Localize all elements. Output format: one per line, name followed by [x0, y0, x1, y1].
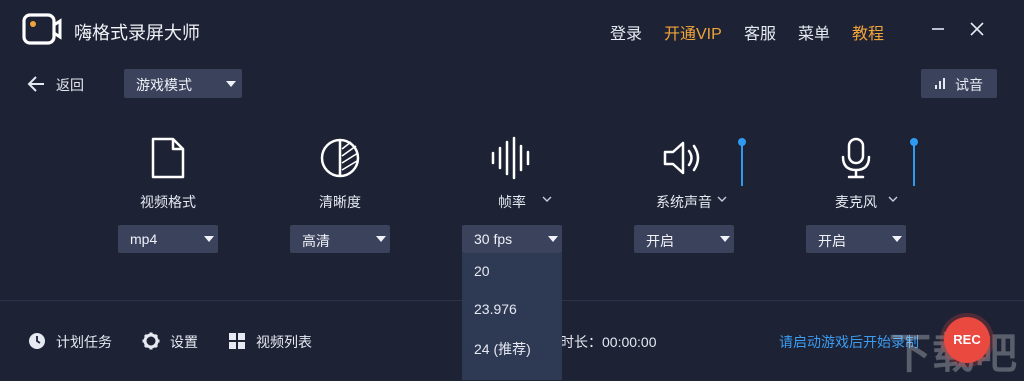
framerate-option[interactable]: 20 [474, 263, 490, 279]
waveform-icon [491, 136, 530, 180]
back-button[interactable]: 返回 [26, 72, 96, 96]
rec-button[interactable]: REC [944, 317, 990, 363]
framerate-option[interactable]: 24 (推荐) [474, 339, 531, 359]
chevron-down-icon[interactable] [716, 193, 728, 205]
caret-down-icon [204, 236, 214, 242]
audio-test-button[interactable]: 试音 [921, 69, 997, 98]
framerate-label: 帧率 [498, 194, 526, 210]
microphone-label: 麦克风 [835, 194, 877, 210]
framerate-value: 30 fps [474, 231, 513, 247]
caret-down-icon [226, 81, 236, 87]
mode-select-value: 游戏模式 [136, 77, 192, 93]
system-sound-value: 开启 [646, 233, 674, 249]
video-list-button[interactable]: 视频列表 [228, 330, 320, 352]
clarity-value: 高清 [302, 233, 330, 249]
speaker-icon [663, 141, 700, 175]
settings-label: 设置 [170, 334, 198, 350]
microphone-volume-slider[interactable] [913, 142, 915, 186]
system-sound-volume-handle[interactable] [738, 138, 746, 146]
audio-test-label: 试音 [955, 77, 983, 93]
contrast-icon [320, 138, 360, 178]
tutorial-link[interactable]: 教程 [852, 20, 884, 44]
minimize-icon[interactable] [927, 18, 949, 40]
app-title: 嗨格式录屏大师 [74, 23, 200, 43]
mode-select[interactable]: 游戏模式 [124, 69, 242, 98]
grid-icon [229, 333, 245, 349]
microphone-value: 开启 [818, 233, 846, 249]
video-format-value: mp4 [130, 231, 158, 247]
framerate-dropdown-list: 20 23.976 24 (推荐) [462, 253, 562, 380]
chevron-down-icon[interactable] [541, 193, 553, 205]
audio-level-icon [935, 78, 945, 89]
microphone-select[interactable]: 开启 [806, 225, 906, 253]
framerate-option[interactable]: 23.976 [474, 301, 517, 317]
close-icon[interactable] [966, 18, 988, 40]
caret-down-icon [376, 236, 386, 242]
framerate-select[interactable]: 30 fps [462, 225, 562, 253]
system-sound-select[interactable]: 开启 [634, 225, 734, 253]
back-label: 返回 [56, 77, 84, 93]
clarity-select[interactable]: 高清 [290, 225, 390, 253]
login-link[interactable]: 登录 [610, 20, 642, 44]
system-sound-label: 系统声音 [656, 194, 712, 210]
vip-link[interactable]: 开通VIP [664, 20, 722, 44]
menu-link[interactable]: 菜单 [798, 20, 830, 44]
service-link[interactable]: 客服 [744, 20, 776, 44]
system-sound-volume-slider[interactable] [741, 142, 743, 186]
settings-button[interactable]: 设置 [142, 330, 204, 352]
camera-logo-icon [22, 13, 62, 45]
video-list-label: 视频列表 [256, 334, 312, 350]
clock-icon [29, 333, 45, 349]
video-format-select[interactable]: mp4 [118, 225, 218, 253]
video-format-label: 视频格式 [140, 194, 196, 210]
microphone-icon [841, 137, 871, 179]
caret-down-icon [720, 236, 730, 242]
title-bar: 嗨格式录屏大师 登录 开通VIP 客服 菜单 教程 [0, 0, 1024, 60]
schedule-button[interactable]: 计划任务 [28, 330, 120, 352]
caret-down-icon [548, 236, 558, 242]
gear-icon [142, 332, 160, 350]
duration-readout: 时长：00:00:00 [560, 334, 657, 350]
chevron-down-icon[interactable] [887, 193, 899, 205]
rec-label: REC [953, 332, 981, 347]
microphone-volume-handle[interactable] [910, 138, 918, 146]
schedule-label: 计划任务 [56, 334, 112, 350]
clarity-label: 清晰度 [319, 194, 361, 210]
caret-down-icon [892, 236, 902, 242]
file-icon [151, 137, 185, 179]
arrow-left-icon [27, 76, 44, 92]
